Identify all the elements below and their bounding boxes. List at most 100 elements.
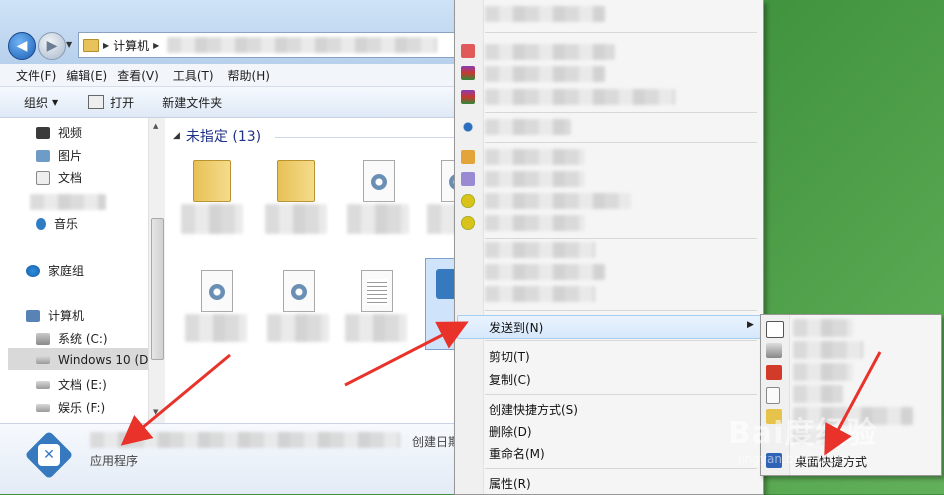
navigation-pane: 视频 图片 文档 音乐 家庭组 计算机 系统 (C:) Windows 10 (… <box>0 118 149 423</box>
menu-copy[interactable]: 复制(C) <box>489 371 531 388</box>
nav-drive-d[interactable]: Windows 10 (D <box>36 353 148 367</box>
menu-item-redacted[interactable] <box>485 264 605 280</box>
file-name-redacted <box>181 204 243 234</box>
menu-item-redacted[interactable] <box>793 341 863 359</box>
open-icon <box>88 95 105 109</box>
file-item[interactable] <box>265 154 327 244</box>
nav-documents[interactable]: 文档 <box>36 169 82 186</box>
menu-properties[interactable]: 属性(R) <box>489 475 531 492</box>
menu-item-redacted[interactable] <box>485 193 631 209</box>
nav-computer-label: 计算机 <box>48 309 85 323</box>
menu-cut[interactable]: 剪切(T) <box>489 348 530 365</box>
nav-scrollbar[interactable]: ▲ ▼ <box>148 118 165 423</box>
menu-send-to[interactable]: 发送到(N) <box>489 319 543 336</box>
nav-drive-e-label: 文档 (E:) <box>58 378 107 392</box>
file-name-redacted <box>347 204 409 234</box>
menu-delete[interactable]: 删除(D) <box>489 423 532 440</box>
new-folder-button[interactable]: 新建文件夹 <box>162 94 222 111</box>
breadcrumb-computer[interactable]: 计算机 <box>113 37 149 54</box>
text-file-icon <box>361 270 393 312</box>
open-button[interactable]: 打开 <box>88 94 134 111</box>
chevron-down-icon: ▼ <box>52 97 59 107</box>
nav-drive-d-label: Windows 10 (D <box>58 353 149 367</box>
details-pane: ✕ 应用程序 创建日期 <box>0 423 468 494</box>
scroll-thumb[interactable] <box>151 218 164 360</box>
menu-rename[interactable]: 重命名(M) <box>489 445 545 462</box>
date-created-label: 创建日期 <box>412 435 461 449</box>
menu-view[interactable]: 查看(V) <box>117 67 159 84</box>
collapse-icon[interactable]: ◢ <box>173 131 180 141</box>
menu-item-redacted[interactable] <box>485 149 585 165</box>
group-divider <box>275 137 465 138</box>
menu-file[interactable]: 文件(F) <box>16 67 56 84</box>
gear-icon <box>291 284 307 300</box>
watermark-logo: Bai度经验 <box>728 416 878 451</box>
nav-homegroup-label: 家庭组 <box>48 264 85 278</box>
mail-icon <box>766 365 782 380</box>
menu-item-redacted[interactable] <box>793 385 843 403</box>
nav-videos[interactable]: 视频 <box>36 124 82 141</box>
text-lines-icon <box>367 279 387 305</box>
menu-item-redacted[interactable] <box>485 44 615 60</box>
file-item[interactable] <box>181 154 243 244</box>
nav-homegroup[interactable]: 家庭组 <box>26 262 84 279</box>
menu-item-redacted[interactable] <box>485 119 571 135</box>
document-icon <box>766 387 780 404</box>
file-item[interactable] <box>267 264 329 354</box>
nav-drive-c[interactable]: 系统 (C:) <box>36 330 108 347</box>
scroll-up-icon[interactable]: ▲ <box>153 122 158 130</box>
nav-music-label: 音乐 <box>54 217 79 231</box>
file-type: 应用程序 <box>90 454 139 468</box>
app-symbol-icon: ✕ <box>38 444 60 466</box>
file-list: ◢ 未指定 (13) <box>165 118 468 423</box>
menu-item-redacted[interactable] <box>485 89 675 105</box>
menu-help[interactable]: 帮助(H) <box>228 67 270 84</box>
menu-item-redacted[interactable] <box>485 66 605 82</box>
file-item[interactable] <box>347 154 409 244</box>
forward-button[interactable]: ▶ <box>38 32 66 60</box>
menu-separator <box>485 142 757 143</box>
explorer-window: ◀ ▶ ▼ ▶ 计算机 ▶ 文件(F) 编辑(E) 查看(V) 工具(T) 帮助… <box>0 0 469 494</box>
menu-item-redacted[interactable] <box>793 363 853 381</box>
file-item[interactable] <box>185 264 247 354</box>
nav-drive-e[interactable]: 文档 (E:) <box>36 376 107 393</box>
menu-item-redacted[interactable] <box>793 319 853 337</box>
nav-computer[interactable]: 计算机 <box>26 307 84 324</box>
scroll-down-icon[interactable]: ▼ <box>153 408 158 416</box>
fax-icon <box>766 343 782 358</box>
menu-item-redacted[interactable] <box>485 215 585 231</box>
menu-item-redacted[interactable] <box>485 242 595 258</box>
menu-tools[interactable]: 工具(T) <box>173 67 214 84</box>
file-name-redacted <box>345 314 407 342</box>
group-header-label: 未指定 (13) <box>185 129 262 145</box>
breadcrumb-arrow-icon[interactable]: ▶ <box>103 41 109 50</box>
address-bar[interactable]: ▶ 计算机 ▶ <box>78 32 468 58</box>
history-dropdown-icon[interactable]: ▼ <box>66 40 72 49</box>
forward-arrow-icon: ▶ <box>46 38 58 54</box>
link-icon <box>461 120 475 134</box>
drive-icon <box>36 356 50 364</box>
title-bar: ◀ ▶ ▼ ▶ 计算机 ▶ <box>0 0 468 64</box>
menu-item-redacted[interactable] <box>485 6 605 22</box>
menu-create-shortcut[interactable]: 创建快捷方式(S) <box>489 401 578 418</box>
computer-icon <box>26 309 40 322</box>
nav-drive-f-label: 娱乐 (F:) <box>58 401 106 415</box>
watermark-url: jingyan.baidu.com <box>738 452 849 466</box>
file-item[interactable] <box>345 264 407 354</box>
file-name-redacted <box>267 314 329 342</box>
nav-drive-f[interactable]: 娱乐 (F:) <box>36 399 105 416</box>
group-header[interactable]: ◢ 未指定 (13) <box>173 126 261 146</box>
submenu-arrow-icon: ▶ <box>747 320 754 330</box>
nav-pictures[interactable]: 图片 <box>36 147 82 164</box>
menu-separator <box>485 394 757 395</box>
menu-edit[interactable]: 编辑(E) <box>66 67 107 84</box>
menu-item-redacted[interactable] <box>485 286 595 302</box>
back-button[interactable]: ◀ <box>8 32 36 60</box>
folder-icon <box>277 160 315 202</box>
open-label: 打开 <box>110 95 135 110</box>
breadcrumb-arrow-icon[interactable]: ▶ <box>153 41 159 50</box>
context-menu: 发送到(N) ▶ 剪切(T) 复制(C) 创建快捷方式(S) 删除(D) 重命名… <box>454 0 764 495</box>
menu-item-redacted[interactable] <box>485 171 585 187</box>
organize-button[interactable]: 组织 ▼ <box>24 94 58 111</box>
nav-music[interactable]: 音乐 <box>36 215 78 232</box>
